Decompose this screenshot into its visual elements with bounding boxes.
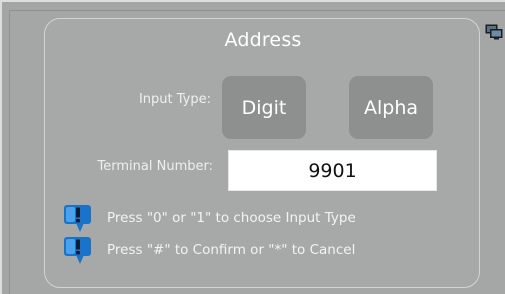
address-dialog: Address Input Type: Digit Alpha Terminal…: [44, 18, 480, 288]
speech-bubble-exclamation-icon: [64, 205, 91, 232]
input-type-label: Input Type:: [138, 92, 211, 107]
terminal-number-label: Terminal Number:: [97, 159, 213, 174]
alpha-button[interactable]: Alpha: [349, 76, 433, 139]
digit-button[interactable]: Digit: [222, 76, 306, 139]
hint-confirm-cancel: Press "#" to Confirm or "*" to Cancel: [63, 235, 355, 265]
monitor-windows-icon[interactable]: [485, 24, 503, 40]
dialog-title: Address: [224, 29, 302, 51]
speech-bubble-exclamation-icon: [64, 237, 91, 264]
hint-input-type-text: Press "0" or "1" to choose Input Type: [107, 210, 356, 226]
hint-input-type: Press "0" or "1" to choose Input Type: [63, 203, 356, 233]
terminal-number-input[interactable]: [228, 150, 437, 191]
hint-confirm-cancel-text: Press "#" to Confirm or "*" to Cancel: [107, 242, 356, 258]
